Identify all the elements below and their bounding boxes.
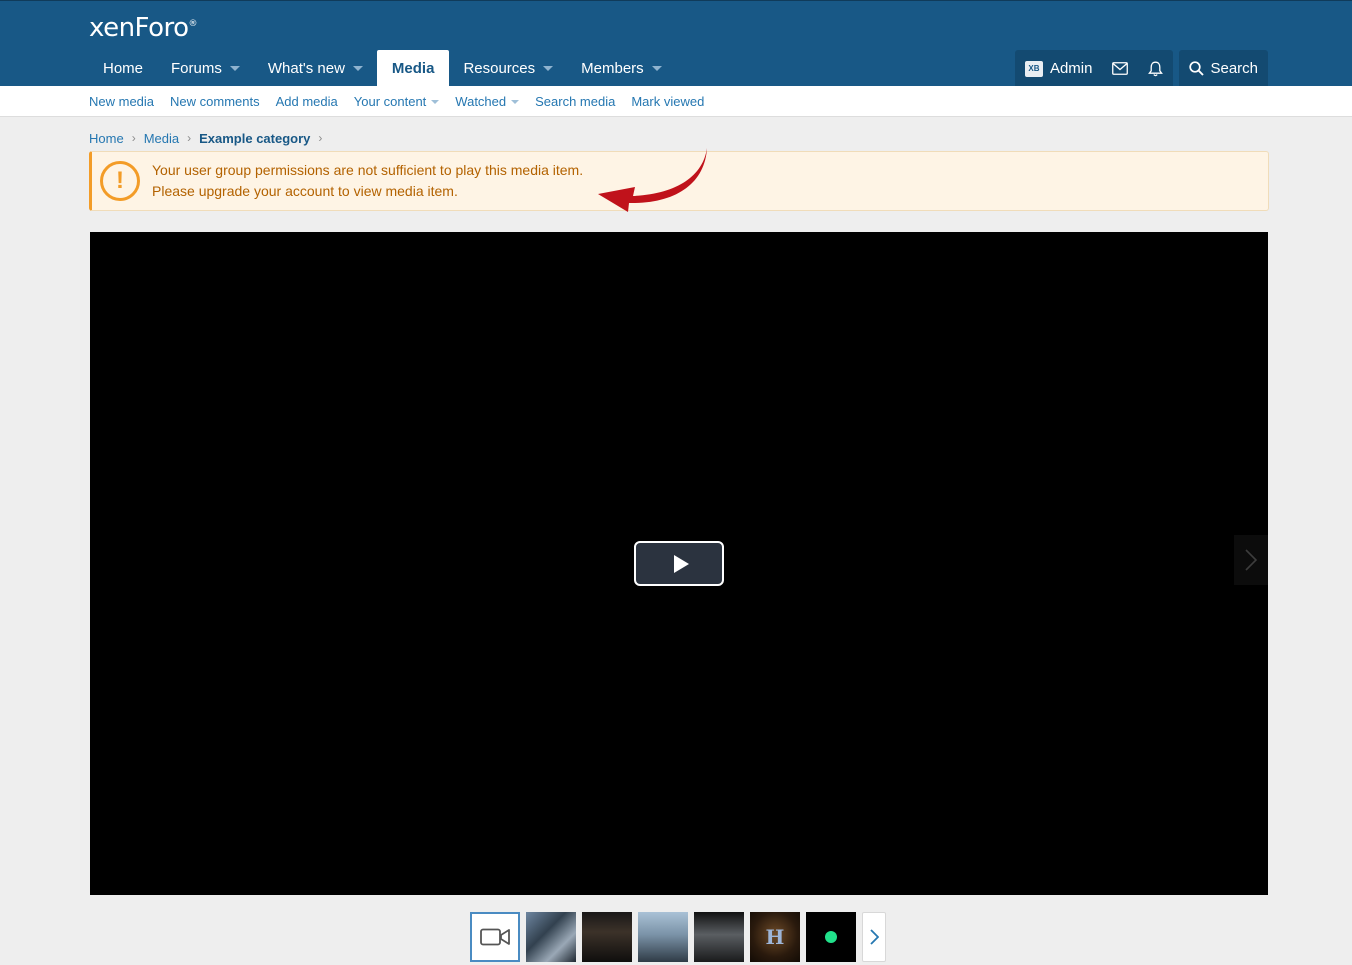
user-nav: XB Admin Search: [1014, 50, 1268, 87]
subnav-label: Add media: [275, 94, 338, 109]
alerts-button[interactable]: [1138, 50, 1173, 87]
nav-tab-whats-new[interactable]: What's new: [254, 50, 377, 87]
exclamation-circle-icon: !: [100, 161, 140, 201]
chevron-down-icon[interactable]: [651, 66, 662, 71]
nav-tab-label: Media: [391, 60, 435, 77]
main-nav: Home Forums What's new Media Resources M…: [89, 50, 676, 87]
search-label: Search: [1210, 60, 1258, 77]
video-camera-icon: [480, 928, 510, 946]
notice-line-2: Please upgrade your account to view medi…: [152, 183, 458, 199]
next-media-button[interactable]: [1234, 535, 1268, 585]
filmstrip-thumb[interactable]: [694, 912, 744, 962]
chevron-down-icon[interactable]: [431, 99, 440, 104]
subnav-new-media[interactable]: New media: [89, 94, 154, 109]
annotation-arrow-icon: [598, 148, 707, 212]
subnav-add-media[interactable]: Add media: [276, 94, 338, 109]
notice-text: Your user group permissions are not suff…: [152, 160, 583, 202]
subnav-mark-viewed[interactable]: Mark viewed: [631, 94, 704, 109]
subnav-label: Mark viewed: [631, 94, 705, 109]
play-button[interactable]: [634, 541, 724, 586]
subnav-search-media[interactable]: Search media: [535, 94, 615, 109]
breadcrumb-media[interactable]: Media: [144, 131, 179, 146]
sub-nav: New media New comments Add media Your co…: [0, 86, 1352, 117]
nav-tab-label: Resources: [463, 60, 536, 77]
page-header: xenForo® Home Forums What's new Media Re…: [0, 0, 1352, 87]
chevron-down-icon[interactable]: [352, 66, 363, 71]
envelope-icon: [1112, 62, 1129, 75]
account-name: Admin: [1049, 60, 1093, 77]
chevron-right-icon: ›: [187, 131, 192, 145]
user-actions: XB Admin: [1014, 50, 1174, 87]
nav-tab-members[interactable]: Members: [567, 50, 676, 87]
chevron-right-icon: ›: [131, 131, 136, 145]
subnav-new-comments[interactable]: New comments: [170, 94, 260, 109]
breadcrumb: Home › Media › Example category ›: [89, 129, 330, 147]
nav-tab-label: Home: [103, 60, 144, 77]
subnav-label: New media: [89, 94, 155, 109]
nav-tab-label: What's new: [267, 60, 345, 77]
subnav-label: Watched: [455, 94, 507, 109]
chevron-right-icon: [869, 929, 879, 945]
nav-tab-resources[interactable]: Resources: [449, 50, 567, 87]
filmstrip-thumb[interactable]: H: [750, 912, 800, 962]
nav-tab-media[interactable]: Media: [376, 50, 450, 87]
nav-tab-label: Forums: [171, 60, 222, 77]
notice-line-1: Your user group permissions are not suff…: [152, 162, 584, 178]
site-logo[interactable]: xenForo®: [89, 13, 198, 43]
avatar: XB: [1024, 60, 1043, 77]
thumb-letter: H: [765, 925, 785, 949]
filmstrip-next-button[interactable]: [862, 912, 886, 962]
chevron-right-icon: [1245, 549, 1257, 571]
filmstrip-thumb-current[interactable]: [470, 912, 520, 962]
breadcrumb-example-category[interactable]: Example category: [199, 131, 310, 146]
subnav-watched[interactable]: Watched: [455, 94, 520, 109]
filmstrip-thumb[interactable]: [638, 912, 688, 962]
green-dot-icon: [825, 931, 837, 943]
play-icon: [673, 554, 689, 573]
subnav-label: Your content: [353, 94, 427, 109]
account-button[interactable]: XB Admin: [1015, 50, 1103, 87]
chevron-down-icon[interactable]: [511, 99, 520, 104]
logo-registered-mark: ®: [188, 19, 198, 29]
nav-tab-home[interactable]: Home: [89, 50, 157, 87]
logo-text: xenForo: [89, 13, 189, 43]
chevron-down-icon[interactable]: [543, 66, 554, 71]
subnav-label: New comments: [170, 94, 260, 109]
filmstrip-thumb[interactable]: [526, 912, 576, 962]
breadcrumb-home[interactable]: Home: [89, 131, 124, 146]
filmstrip-thumb[interactable]: [806, 912, 856, 962]
subnav-label: Search media: [535, 94, 616, 109]
filmstrip-thumb[interactable]: [582, 912, 632, 962]
nav-tab-forums[interactable]: Forums: [157, 50, 254, 87]
bell-icon: [1148, 61, 1164, 76]
chevron-right-icon: ›: [318, 131, 323, 145]
media-filmstrip: H: [470, 912, 886, 962]
search-button[interactable]: Search: [1179, 50, 1268, 87]
nav-tab-label: Members: [581, 60, 644, 77]
chevron-down-icon[interactable]: [229, 66, 240, 71]
conversations-button[interactable]: [1102, 50, 1138, 87]
search-icon: [1189, 61, 1205, 76]
video-player[interactable]: [90, 232, 1268, 895]
subnav-your-content[interactable]: Your content: [354, 94, 440, 109]
